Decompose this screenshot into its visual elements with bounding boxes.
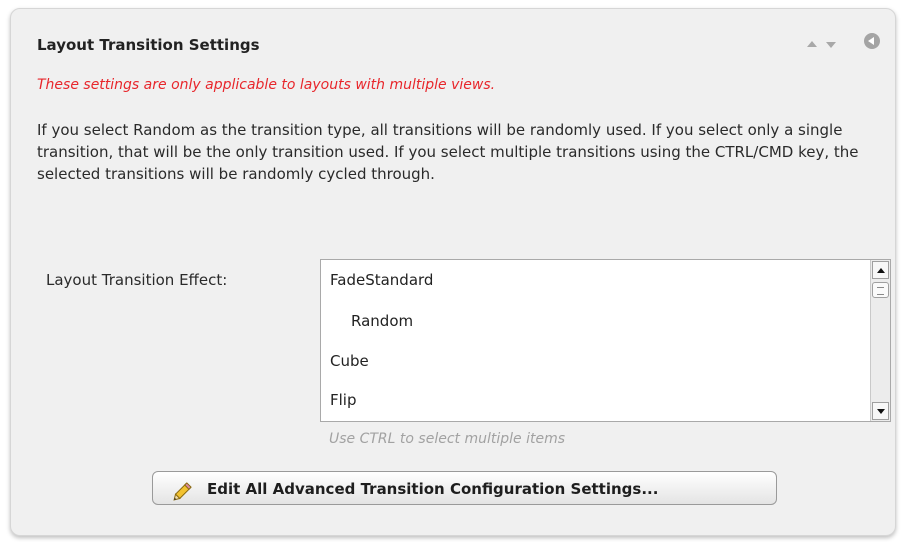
transition-effect-label: Layout Transition Effect: [46, 271, 228, 289]
edit-button-label: Edit All Advanced Transition Configurati… [207, 480, 659, 498]
edit-advanced-transition-settings-button[interactable]: Edit All Advanced Transition Configurati… [152, 471, 777, 505]
arrow-down-icon [877, 409, 885, 414]
collapse-icon[interactable] [864, 33, 880, 49]
list-item[interactable]: Random [351, 312, 413, 330]
scroll-down-button[interactable] [872, 402, 889, 420]
arrow-up-icon [877, 268, 885, 273]
description-text: If you select Random as the transition t… [37, 121, 859, 183]
transition-effect-listbox[interactable]: FadeStandard Random Cube Flip [320, 259, 891, 422]
list-item[interactable]: Cube [330, 352, 369, 370]
panel-title: Layout Transition Settings [37, 36, 260, 54]
scroll-up-button[interactable] [872, 261, 889, 279]
arrow-up-icon[interactable] [807, 41, 817, 47]
listbox-scrollbar[interactable] [870, 260, 890, 421]
pencil-icon [173, 482, 192, 501]
list-item[interactable]: Flip [330, 391, 356, 409]
warning-text: These settings are only applicable to la… [37, 77, 496, 93]
scroll-thumb[interactable] [872, 282, 889, 298]
list-item[interactable]: FadeStandard [330, 271, 433, 289]
arrow-down-icon[interactable] [826, 42, 836, 48]
multi-select-hint: Use CTRL to select multiple items [329, 431, 566, 447]
